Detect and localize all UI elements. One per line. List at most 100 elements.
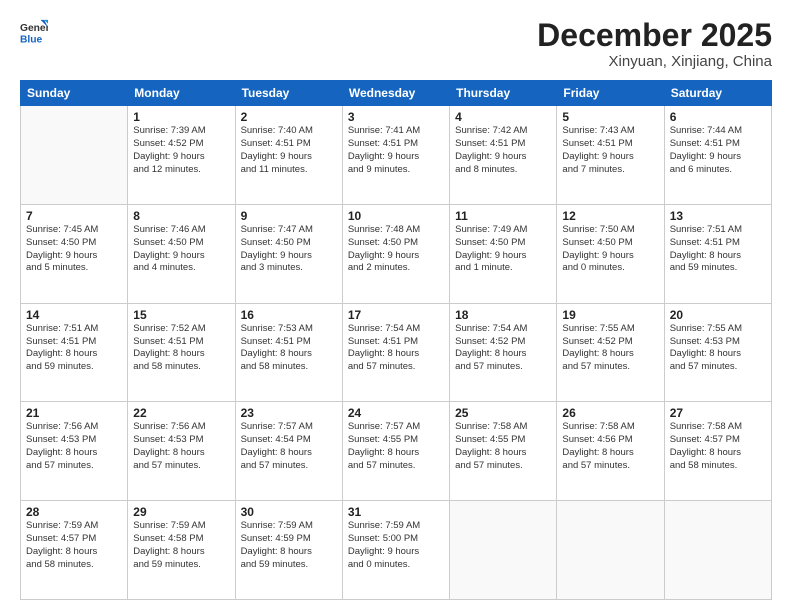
day-info: Sunrise: 7:59 AM Sunset: 4:58 PM Dayligh… [133,520,229,571]
day-info: Sunrise: 7:40 AM Sunset: 4:51 PM Dayligh… [241,125,337,176]
day-number: 31 [348,505,444,519]
day-number: 7 [26,209,122,223]
day-info: Sunrise: 7:45 AM Sunset: 4:50 PM Dayligh… [26,224,122,275]
day-number: 16 [241,308,337,322]
calendar-week-row: 14Sunrise: 7:51 AM Sunset: 4:51 PM Dayli… [21,303,772,402]
calendar-cell: 30Sunrise: 7:59 AM Sunset: 4:59 PM Dayli… [235,501,342,600]
day-number: 14 [26,308,122,322]
calendar-week-row: 21Sunrise: 7:56 AM Sunset: 4:53 PM Dayli… [21,402,772,501]
header: General Blue December 2025 Xinyuan, Xinj… [20,18,772,70]
col-header-saturday: Saturday [664,81,771,106]
calendar-header-row: SundayMondayTuesdayWednesdayThursdayFrid… [21,81,772,106]
calendar-cell: 29Sunrise: 7:59 AM Sunset: 4:58 PM Dayli… [128,501,235,600]
day-info: Sunrise: 7:42 AM Sunset: 4:51 PM Dayligh… [455,125,551,176]
svg-text:General: General [20,23,48,34]
day-number: 19 [562,308,658,322]
day-number: 24 [348,406,444,420]
day-number: 4 [455,110,551,124]
day-number: 17 [348,308,444,322]
day-info: Sunrise: 7:55 AM Sunset: 4:53 PM Dayligh… [670,323,766,374]
day-info: Sunrise: 7:39 AM Sunset: 4:52 PM Dayligh… [133,125,229,176]
day-info: Sunrise: 7:54 AM Sunset: 4:52 PM Dayligh… [455,323,551,374]
day-number: 3 [348,110,444,124]
day-info: Sunrise: 7:58 AM Sunset: 4:56 PM Dayligh… [562,421,658,472]
calendar-cell: 7Sunrise: 7:45 AM Sunset: 4:50 PM Daylig… [21,204,128,303]
calendar-cell: 13Sunrise: 7:51 AM Sunset: 4:51 PM Dayli… [664,204,771,303]
day-info: Sunrise: 7:49 AM Sunset: 4:50 PM Dayligh… [455,224,551,275]
day-info: Sunrise: 7:47 AM Sunset: 4:50 PM Dayligh… [241,224,337,275]
col-header-friday: Friday [557,81,664,106]
calendar-cell: 28Sunrise: 7:59 AM Sunset: 4:57 PM Dayli… [21,501,128,600]
day-number: 23 [241,406,337,420]
calendar-cell: 8Sunrise: 7:46 AM Sunset: 4:50 PM Daylig… [128,204,235,303]
day-number: 15 [133,308,229,322]
day-info: Sunrise: 7:56 AM Sunset: 4:53 PM Dayligh… [26,421,122,472]
day-info: Sunrise: 7:52 AM Sunset: 4:51 PM Dayligh… [133,323,229,374]
calendar-cell: 9Sunrise: 7:47 AM Sunset: 4:50 PM Daylig… [235,204,342,303]
calendar-table: SundayMondayTuesdayWednesdayThursdayFrid… [20,80,772,600]
day-info: Sunrise: 7:50 AM Sunset: 4:50 PM Dayligh… [562,224,658,275]
day-info: Sunrise: 7:58 AM Sunset: 4:55 PM Dayligh… [455,421,551,472]
calendar-cell: 19Sunrise: 7:55 AM Sunset: 4:52 PM Dayli… [557,303,664,402]
calendar-cell: 17Sunrise: 7:54 AM Sunset: 4:51 PM Dayli… [342,303,449,402]
logo-icon: General Blue [20,18,48,46]
day-info: Sunrise: 7:57 AM Sunset: 4:54 PM Dayligh… [241,421,337,472]
day-number: 26 [562,406,658,420]
calendar-cell: 3Sunrise: 7:41 AM Sunset: 4:51 PM Daylig… [342,106,449,205]
calendar-cell: 6Sunrise: 7:44 AM Sunset: 4:51 PM Daylig… [664,106,771,205]
day-number: 27 [670,406,766,420]
calendar-cell: 15Sunrise: 7:52 AM Sunset: 4:51 PM Dayli… [128,303,235,402]
col-header-thursday: Thursday [450,81,557,106]
col-header-sunday: Sunday [21,81,128,106]
calendar-page: General Blue December 2025 Xinyuan, Xinj… [0,0,792,612]
day-info: Sunrise: 7:44 AM Sunset: 4:51 PM Dayligh… [670,125,766,176]
day-info: Sunrise: 7:53 AM Sunset: 4:51 PM Dayligh… [241,323,337,374]
calendar-cell: 31Sunrise: 7:59 AM Sunset: 5:00 PM Dayli… [342,501,449,600]
day-number: 25 [455,406,551,420]
col-header-wednesday: Wednesday [342,81,449,106]
day-number: 1 [133,110,229,124]
svg-text:Blue: Blue [20,34,43,45]
day-number: 9 [241,209,337,223]
day-info: Sunrise: 7:46 AM Sunset: 4:50 PM Dayligh… [133,224,229,275]
calendar-cell: 2Sunrise: 7:40 AM Sunset: 4:51 PM Daylig… [235,106,342,205]
day-number: 5 [562,110,658,124]
day-number: 18 [455,308,551,322]
day-number: 2 [241,110,337,124]
calendar-cell: 12Sunrise: 7:50 AM Sunset: 4:50 PM Dayli… [557,204,664,303]
calendar-cell [450,501,557,600]
calendar-cell: 11Sunrise: 7:49 AM Sunset: 4:50 PM Dayli… [450,204,557,303]
day-info: Sunrise: 7:48 AM Sunset: 4:50 PM Dayligh… [348,224,444,275]
day-number: 30 [241,505,337,519]
logo: General Blue [20,18,48,46]
calendar-cell: 18Sunrise: 7:54 AM Sunset: 4:52 PM Dayli… [450,303,557,402]
day-number: 6 [670,110,766,124]
col-header-monday: Monday [128,81,235,106]
calendar-cell: 20Sunrise: 7:55 AM Sunset: 4:53 PM Dayli… [664,303,771,402]
day-number: 20 [670,308,766,322]
day-info: Sunrise: 7:54 AM Sunset: 4:51 PM Dayligh… [348,323,444,374]
day-info: Sunrise: 7:59 AM Sunset: 4:59 PM Dayligh… [241,520,337,571]
day-info: Sunrise: 7:56 AM Sunset: 4:53 PM Dayligh… [133,421,229,472]
calendar-week-row: 7Sunrise: 7:45 AM Sunset: 4:50 PM Daylig… [21,204,772,303]
calendar-week-row: 28Sunrise: 7:59 AM Sunset: 4:57 PM Dayli… [21,501,772,600]
title-block: December 2025 Xinyuan, Xinjiang, China [537,18,772,70]
calendar-cell: 10Sunrise: 7:48 AM Sunset: 4:50 PM Dayli… [342,204,449,303]
calendar-cell: 26Sunrise: 7:58 AM Sunset: 4:56 PM Dayli… [557,402,664,501]
day-info: Sunrise: 7:59 AM Sunset: 5:00 PM Dayligh… [348,520,444,571]
day-info: Sunrise: 7:58 AM Sunset: 4:57 PM Dayligh… [670,421,766,472]
day-info: Sunrise: 7:55 AM Sunset: 4:52 PM Dayligh… [562,323,658,374]
day-info: Sunrise: 7:59 AM Sunset: 4:57 PM Dayligh… [26,520,122,571]
calendar-cell: 16Sunrise: 7:53 AM Sunset: 4:51 PM Dayli… [235,303,342,402]
calendar-cell: 27Sunrise: 7:58 AM Sunset: 4:57 PM Dayli… [664,402,771,501]
day-number: 11 [455,209,551,223]
calendar-cell [664,501,771,600]
calendar-cell: 22Sunrise: 7:56 AM Sunset: 4:53 PM Dayli… [128,402,235,501]
col-header-tuesday: Tuesday [235,81,342,106]
day-number: 21 [26,406,122,420]
calendar-cell: 21Sunrise: 7:56 AM Sunset: 4:53 PM Dayli… [21,402,128,501]
calendar-week-row: 1Sunrise: 7:39 AM Sunset: 4:52 PM Daylig… [21,106,772,205]
calendar-cell: 25Sunrise: 7:58 AM Sunset: 4:55 PM Dayli… [450,402,557,501]
day-info: Sunrise: 7:51 AM Sunset: 4:51 PM Dayligh… [670,224,766,275]
calendar-cell: 24Sunrise: 7:57 AM Sunset: 4:55 PM Dayli… [342,402,449,501]
